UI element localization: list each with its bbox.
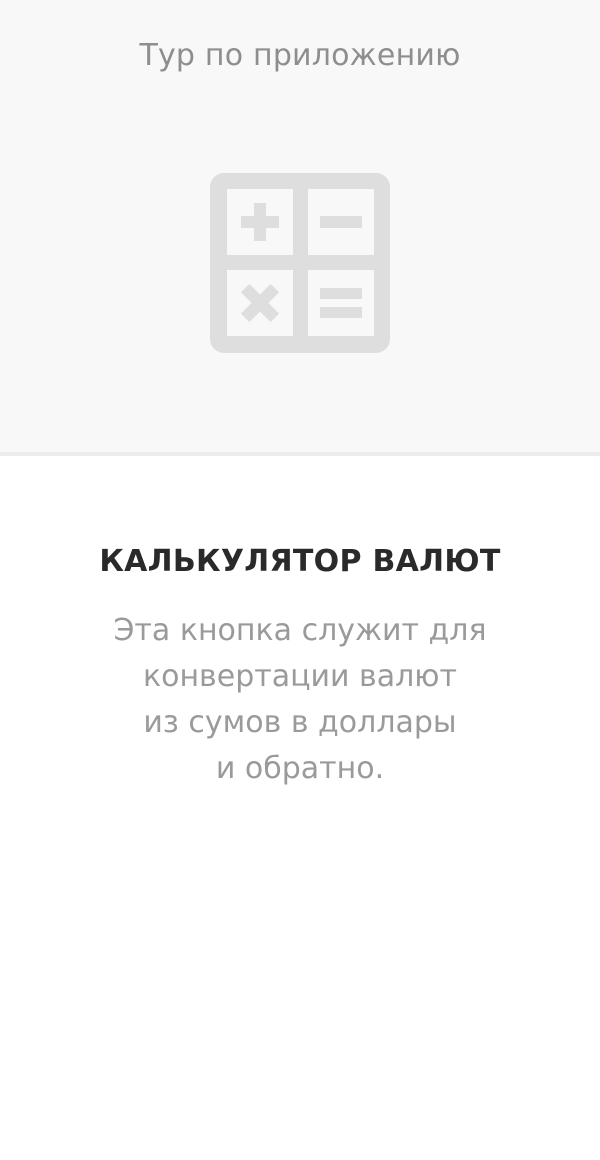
- feature-description-line: из сумов в доллары: [143, 705, 457, 740]
- tour-hero-panel: Тур по приложению: [0, 0, 600, 452]
- feature-description-section: КАЛЬКУЛЯТОР ВАЛЮТ Эта кнопка служит для …: [0, 540, 600, 792]
- hero-divider: [0, 452, 600, 456]
- tour-title: Тур по приложению: [139, 38, 461, 73]
- feature-description: Эта кнопка служит для конвертации валют …: [80, 608, 520, 792]
- feature-description-line: конвертации валют: [142, 659, 458, 694]
- feature-description-line: Эта кнопка служит для: [113, 613, 487, 648]
- app-tour-screen: Тур по приложению КАЛЬКУЛЯТОР ВАЛЮТ Эта …: [0, 0, 600, 1160]
- feature-description-line: и обратно.: [215, 751, 385, 786]
- feature-title: КАЛЬКУЛЯТОР ВАЛЮТ: [99, 544, 501, 579]
- calculator-icon: [210, 173, 390, 353]
